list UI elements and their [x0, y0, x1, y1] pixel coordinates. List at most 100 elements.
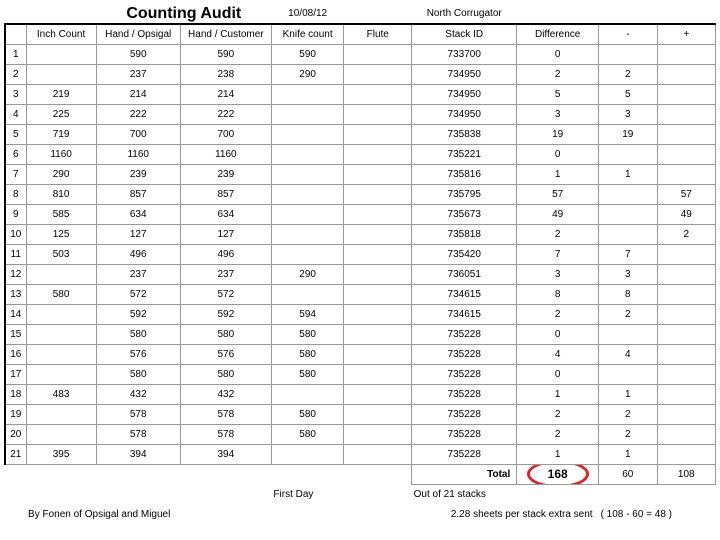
cell-stack: 735795	[412, 184, 517, 204]
cell-hand-opsigal: 857	[96, 184, 180, 204]
cell-stack: 736051	[412, 264, 517, 284]
cell-stack: 734950	[412, 104, 517, 124]
cell-stack: 735818	[412, 224, 517, 244]
cell-inch: 503	[26, 244, 96, 264]
cell-hand-customer: 578	[180, 404, 271, 424]
cell-minus: 1	[599, 444, 657, 464]
cell-flute	[344, 64, 412, 84]
cell-flute	[344, 304, 412, 324]
cell-rownum: 3	[5, 84, 26, 104]
cell-minus	[599, 324, 657, 344]
cell-hand-opsigal: 394	[96, 444, 180, 464]
cell-hand-opsigal: 576	[96, 344, 180, 364]
cell-hand-customer: 432	[180, 384, 271, 404]
cell-knife: 590	[271, 44, 343, 64]
cell-hand-opsigal: 432	[96, 384, 180, 404]
col-hand-opsigal: Hand / Opsigal	[96, 24, 180, 44]
cell-hand-customer: 1160	[180, 144, 271, 164]
cell-hand-customer: 857	[180, 184, 271, 204]
cell-flute	[344, 364, 412, 384]
cell-knife: 580	[271, 324, 343, 344]
cell-stack: 735228	[412, 444, 517, 464]
cell-hand-opsigal: 239	[96, 164, 180, 184]
cell-flute	[344, 264, 412, 284]
cell-plus	[657, 444, 716, 464]
cell-flute	[344, 344, 412, 364]
cell-hand-customer: 590	[180, 44, 271, 64]
cell-plus	[657, 304, 716, 324]
cell-hand-opsigal: 578	[96, 404, 180, 424]
cell-minus	[599, 44, 657, 64]
cell-stack: 735228	[412, 324, 517, 344]
cell-minus: 8	[599, 284, 657, 304]
extra-note: 2.28 sheets per stack extra sent	[412, 504, 599, 524]
cell-minus: 1	[599, 164, 657, 184]
cell-diff: 1	[517, 164, 599, 184]
table-row: 1223723729073605133	[5, 264, 716, 284]
cell-inch: 483	[26, 384, 96, 404]
cell-stack: 735228	[412, 344, 517, 364]
cell-rownum: 7	[5, 164, 26, 184]
cell-diff: 2	[517, 404, 599, 424]
cell-hand-opsigal: 237	[96, 64, 180, 84]
cell-flute	[344, 144, 412, 164]
cell-rownum: 12	[5, 264, 26, 284]
col-plus: +	[657, 24, 716, 44]
table-row: 1657657658073522844	[5, 344, 716, 364]
cell-inch: 1160	[26, 144, 96, 164]
cell-knife: 580	[271, 424, 343, 444]
cell-hand-opsigal: 580	[96, 324, 180, 344]
cell-plus	[657, 44, 716, 64]
cell-inch	[26, 344, 96, 364]
cell-inch	[26, 364, 96, 384]
table-row: 1957857858073522822	[5, 404, 716, 424]
cell-plus	[657, 364, 716, 384]
cell-rownum: 4	[5, 104, 26, 124]
cell-plus	[657, 344, 716, 364]
cell-inch	[26, 64, 96, 84]
cell-inch	[26, 264, 96, 284]
cell-plus	[657, 64, 716, 84]
audit-date: 10/08/12	[271, 4, 343, 24]
cell-flute	[344, 284, 412, 304]
table-row: 2057857858073522822	[5, 424, 716, 444]
cell-plus	[657, 264, 716, 284]
cell-hand-opsigal: 1160	[96, 144, 180, 164]
cell-hand-opsigal: 496	[96, 244, 180, 264]
table-row: 1459259259473461522	[5, 304, 716, 324]
cell-diff: 7	[517, 244, 599, 264]
counting-audit-table: Counting Audit 10/08/12 North Corrugator…	[4, 4, 716, 524]
table-row: 1150349649673542077	[5, 244, 716, 264]
cell-stack: 735228	[412, 424, 517, 444]
table-row: 223723829073495022	[5, 64, 716, 84]
cell-hand-customer: 127	[180, 224, 271, 244]
cell-plus	[657, 384, 716, 404]
cell-rownum: 8	[5, 184, 26, 204]
table-row: 729023923973581611	[5, 164, 716, 184]
cell-stack: 735221	[412, 144, 517, 164]
total-row: Total16860108	[5, 464, 716, 484]
cell-flute	[344, 164, 412, 184]
cell-rownum: 1	[5, 44, 26, 64]
col-hand-customer: Hand / Customer	[180, 24, 271, 44]
cell-minus	[599, 364, 657, 384]
cell-diff: 57	[517, 184, 599, 204]
cell-flute	[344, 404, 412, 424]
column-header-row: Inch Count Hand / Opsigal Hand / Custome…	[5, 24, 716, 44]
cell-minus: 19	[599, 124, 657, 144]
cell-hand-customer: 222	[180, 104, 271, 124]
cell-hand-opsigal: 592	[96, 304, 180, 324]
cell-rownum: 5	[5, 124, 26, 144]
cell-minus	[599, 144, 657, 164]
cell-hand-customer: 238	[180, 64, 271, 84]
cell-inch	[26, 304, 96, 324]
cell-minus: 3	[599, 264, 657, 284]
cell-plus	[657, 284, 716, 304]
page-title: Counting Audit	[96, 4, 271, 24]
cell-knife: 580	[271, 404, 343, 424]
cell-hand-customer: 634	[180, 204, 271, 224]
cell-flute	[344, 444, 412, 464]
col-rownum	[5, 24, 26, 44]
cell-diff: 2	[517, 424, 599, 444]
cell-plus	[657, 404, 716, 424]
